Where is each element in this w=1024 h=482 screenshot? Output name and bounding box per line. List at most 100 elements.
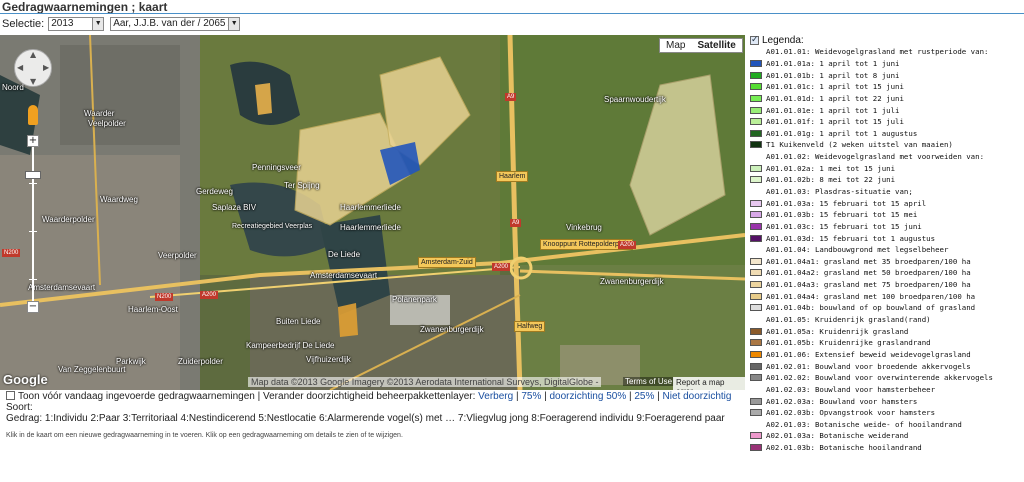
- road-shield: A200: [200, 291, 219, 299]
- help-text: Klik in de kaart om een nieuwe gedragwaa…: [6, 432, 403, 439]
- legend-swatch: [750, 292, 762, 300]
- legend-item: T1 Kuikenveld (2 weken uitstel van maaie…: [750, 139, 1022, 151]
- year-select[interactable]: 2013 ▼: [48, 17, 105, 31]
- legend-swatch: [750, 106, 762, 114]
- legend-swatch: [750, 234, 762, 242]
- legend-swatch: [750, 409, 762, 417]
- legend-item-label: A01.01.05b: Kruidenrijke graslandrand: [766, 338, 931, 348]
- legend-swatch: [750, 269, 762, 277]
- map-options: Toon vóór vandaag ingevoerde gedragwaarn…: [6, 391, 746, 424]
- legend-item: A01.01.01: Weidevogelgrasland met rustpe…: [750, 46, 1022, 58]
- legend-panel: Legenda: A01.01.01: Weidevogelgrasland m…: [750, 34, 1022, 453]
- opacity-option-50[interactable]: doorzichting 50%: [550, 391, 627, 402]
- legend-item-label: A01.01.04a1: grasland met 35 broedparen/…: [766, 256, 971, 266]
- map-type-satellite-button[interactable]: Satellite: [691, 39, 741, 52]
- legend-toggle-checkbox[interactable]: [750, 34, 759, 45]
- zoom-tick: [29, 231, 37, 232]
- legend-item-label: A01.01.02: Weidevogelgrasland met voorwe…: [766, 152, 985, 162]
- map-label: Veerpolder: [158, 251, 197, 260]
- legend-item: A01.01.01b: 1 april tot 8 juni: [750, 69, 1022, 81]
- opacity-option-niet[interactable]: Niet doorzichtig: [663, 391, 732, 402]
- legend-swatch: [750, 71, 762, 79]
- map-label: Kampeerbedrijf De Liede: [246, 341, 335, 350]
- legend-swatch: [750, 350, 762, 358]
- observer-select-value: Aar, J.J.B. van der / 2065 A: [113, 18, 235, 29]
- legend-item: A01.01.05b: Kruidenrijke graslandrand: [750, 337, 1022, 349]
- legend-item: A01.01.02: Weidevogelgrasland met voorwe…: [750, 151, 1022, 163]
- legend-swatch: [750, 176, 762, 184]
- legend-item: A01.01.03d: 15 februari tot 1 augustus: [750, 232, 1022, 244]
- legend-item-label: A01.01.02a: 1 mei tot 15 juni: [766, 163, 896, 173]
- selectie-label: Selectie:: [2, 18, 45, 30]
- pan-control[interactable]: ▲ ▼ ◀ ▶: [14, 49, 52, 87]
- street-view-pegman-icon[interactable]: [28, 105, 38, 125]
- pan-down-icon[interactable]: ▼: [30, 77, 36, 86]
- legend-list: A01.01.01: Weidevogelgrasland met rustpe…: [750, 46, 1022, 453]
- legend-item-label: A01.01.01b: 1 april tot 8 juni: [766, 70, 900, 80]
- legend-item: A01.01.01c: 1 april tot 15 juni: [750, 81, 1022, 93]
- legend-item: A01.01.03c: 15 februari tot 15 juni: [750, 221, 1022, 233]
- road-shield: A200: [492, 263, 511, 271]
- legend-item: A02.01.03a: Botanische weiderand: [750, 430, 1022, 442]
- legend-item-label: A01.01.04b: bouwland of op bouwland of g…: [766, 303, 976, 313]
- legend-swatch: [750, 59, 762, 67]
- map-label: Polanenpark: [392, 295, 437, 304]
- legend-swatch: [750, 94, 762, 102]
- gedrag-label: Gedrag:: [6, 413, 43, 424]
- pan-right-icon[interactable]: ▶: [43, 63, 49, 72]
- map-canvas[interactable]: Noord Waarder Veelpolder Penningsveer Ge…: [0, 35, 745, 390]
- map-label: Amsterdamsevaart: [310, 271, 378, 280]
- road-shield: N200: [2, 249, 21, 257]
- terms-of-use-link[interactable]: Terms of Use: [623, 377, 675, 386]
- legend-swatch: [750, 118, 762, 126]
- zoom-in-button[interactable]: +: [27, 135, 39, 147]
- filter-bar: Selectie: 2013 ▼ Aar, J.J.B. van der / 2…: [0, 15, 1024, 33]
- legend-item-label: A01.01.05a: Kruidenrijk grasland: [766, 326, 909, 336]
- zoom-control: + −: [25, 135, 41, 313]
- map-label: Gerdeweg: [196, 187, 233, 196]
- pan-left-icon[interactable]: ◀: [17, 63, 23, 72]
- road-shield: A200: [618, 241, 637, 249]
- report-map-error-link[interactable]: Report a map error: [673, 377, 745, 390]
- legend-item-label: A01.01.02b: 8 mei tot 22 juni: [766, 175, 896, 185]
- legend-title: Legenda:: [762, 34, 804, 46]
- map-type-map-button[interactable]: Map: [660, 39, 691, 52]
- map-label: Noord: [2, 83, 24, 92]
- legend-item-label: A01.01.03c: 15 februari tot 15 juni: [766, 221, 922, 231]
- zoom-out-button[interactable]: −: [27, 301, 39, 313]
- legend-item-label: A01.01.03: Plasdras-situatie van;: [766, 187, 913, 196]
- legend-item-label: A01.01.04a2: grasland met 50 broedparen/…: [766, 268, 971, 278]
- legend-item-label: A01.02.02: Bouwland voor overwinterende …: [766, 373, 993, 383]
- year-select-value: 2013: [51, 18, 74, 29]
- zoom-tick: [29, 183, 37, 184]
- legend-item: A01.01.02b: 8 mei tot 22 juni: [750, 174, 1022, 186]
- legend-item: A01.02.03b: Opvangstrook voor hamsters: [750, 407, 1022, 419]
- zoom-slider-handle[interactable]: [25, 171, 41, 179]
- map-label: Saplaza BIV: [212, 203, 257, 212]
- legend-item: A01.01.04a1: grasland met 35 broedparen/…: [750, 256, 1022, 268]
- legend-item-label: A01.01.01c: 1 april tot 15 juni: [766, 82, 904, 92]
- legend-item-label: A01.01.03b: 15 februari tot 15 mei: [766, 210, 918, 220]
- legend-swatch: [750, 444, 762, 452]
- gedrag-codes: 1:Individu 2:Paar 3:Territoriaal 4:Nesti…: [44, 413, 725, 424]
- pan-up-icon[interactable]: ▲: [30, 50, 36, 59]
- google-logo: Google: [3, 372, 48, 387]
- observer-select[interactable]: Aar, J.J.B. van der / 2065 A ▼: [110, 17, 241, 31]
- opacity-option-verberg[interactable]: Verberg: [478, 391, 513, 402]
- legend-item: A01.02.03: Bouwland voor hamsterbeheer: [750, 384, 1022, 396]
- legend-item-label: A02.01.03: Botanische weide- of hooiland…: [766, 419, 962, 429]
- chevron-down-icon: ▼: [228, 18, 240, 30]
- opacity-option-25[interactable]: 25%: [634, 391, 654, 402]
- toon-checkbox[interactable]: [6, 391, 15, 400]
- legend-item: A01.02.03a: Bouwland voor hamsters: [750, 395, 1022, 407]
- legend-swatch: [750, 222, 762, 230]
- legend-swatch: [750, 129, 762, 137]
- legend-item-label: A01.01.04: Landbouwgrond met legselbehee…: [766, 245, 949, 255]
- title-divider: [0, 13, 1024, 14]
- legend-swatch: [750, 339, 762, 347]
- map-label: Waardweg: [100, 195, 138, 204]
- legend-item: A01.01.05: Kruidenrijk grasland(rand): [750, 314, 1022, 326]
- legend-swatch: [750, 199, 762, 207]
- map-label: Waarderpolder: [42, 215, 95, 224]
- opacity-option-75[interactable]: 75%: [521, 391, 541, 402]
